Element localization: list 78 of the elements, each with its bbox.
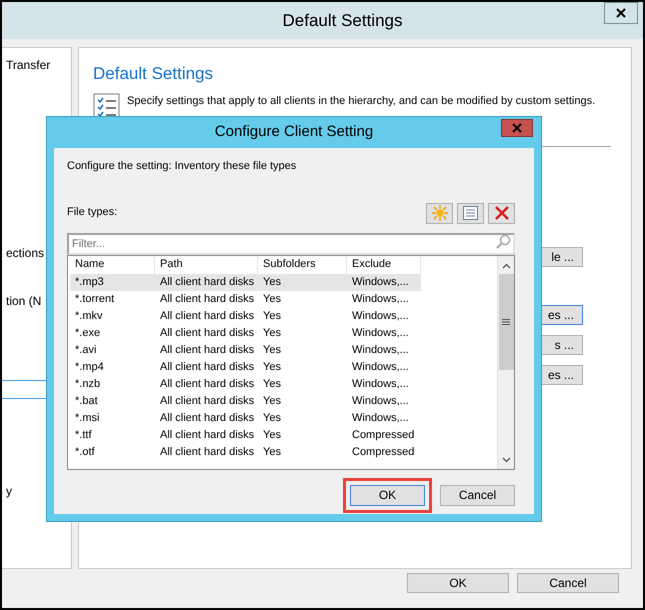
table-cell-text: All client hard disks — [159, 376, 256, 392]
table-cell-text: All client hard disks — [159, 360, 256, 374]
table-row[interactable]: *.otf All client hard disks Yes Compressed — [70, 444, 421, 460]
table-cell-text: Yes — [262, 444, 282, 460]
properties-button[interactable] — [457, 202, 484, 224]
dialog-button[interactable]: Cancel — [440, 484, 515, 506]
table-row[interactable]: *.mp4 All client hard disks Yes Windows,... — [70, 358, 421, 376]
table-cell-text: Windows,... — [351, 376, 410, 392]
table-cell-text: *.mkv — [74, 308, 104, 324]
table-cell-text: Windows,... — [351, 274, 410, 290]
table-cell-text: Windows,... — [351, 360, 410, 374]
grip-icon — [502, 318, 510, 324]
table-cell-text: Yes — [262, 428, 282, 442]
table-cell-text: *.msi — [74, 410, 100, 426]
table-cell-text: Windows,... — [351, 326, 410, 340]
table-row[interactable]: *.nzb All client hard disks Yes Windows,... — [70, 376, 421, 392]
list-label: File types: — [67, 205, 118, 220]
table-cell-text: *.avi — [74, 342, 98, 358]
table-cell-text: *.ttf — [74, 428, 93, 442]
table-cell-text: Yes — [262, 410, 282, 426]
table-cell-text: *.mp3 — [74, 274, 105, 290]
dialog-title: Configure Client Setting — [214, 122, 374, 142]
dialog-button[interactable]: Cancel — [517, 573, 619, 593]
filter-field[interactable]: Filter... — [67, 232, 515, 254]
table-cell-text: Windows,... — [351, 342, 410, 358]
table-row[interactable]: *.mp3 All client hard disks Yes Windows,... — [70, 274, 421, 290]
table-cell-text: *.otf — [74, 444, 96, 460]
table-cell-text: Windows,... — [351, 292, 410, 306]
table-cell-text: Yes — [262, 376, 282, 392]
table-cell-text: All client hard disks — [159, 274, 256, 290]
table-cell-text: Yes — [262, 326, 282, 340]
table-cell-text: *.torrent — [74, 292, 116, 306]
close-icon — [512, 123, 522, 133]
table-cell-text: Yes — [262, 308, 282, 324]
close-button[interactable] — [604, 2, 638, 24]
delete-icon — [494, 205, 510, 221]
table-cell-text: All client hard disks — [159, 326, 256, 340]
setting-text: Configure the setting: Inventory these file types — [67, 159, 298, 174]
document-icon — [463, 206, 478, 220]
search-icon — [496, 234, 511, 248]
dialog-button[interactable]: OK — [407, 573, 509, 593]
table-cell-text: *.mp4 — [74, 360, 105, 374]
table-cell-text: All client hard disks — [159, 410, 256, 426]
table-cell-text: Yes — [262, 292, 282, 306]
table-row[interactable]: *.exe All client hard disks Yes Windows,... — [70, 324, 421, 342]
sunburst-icon — [432, 205, 448, 221]
table-row[interactable]: *.avi All client hard disks Yes Windows,... — [70, 342, 421, 358]
close-icon — [616, 8, 626, 18]
table-cell-text: *.bat — [74, 394, 99, 408]
table-cell-text: All client hard disks — [159, 428, 256, 442]
table-cell-text: Yes — [262, 360, 282, 374]
table-cell-text: Compressed — [351, 428, 416, 442]
table-cell-text: Yes — [262, 274, 282, 290]
table-cell-text: All client hard disks — [159, 292, 256, 306]
table-cell-text: Yes — [262, 394, 282, 408]
sidebar-item[interactable]: Transfer — [2, 56, 71, 74]
table-cell-text: Windows,... — [351, 308, 410, 324]
table-cell-text: *.exe — [74, 326, 102, 340]
table-row[interactable]: *.mkv All client hard disks Yes Windows,... — [70, 308, 421, 324]
panel-description: Specify settings that apply to all clients in the hierarchy, and can be modified by custom settings. — [127, 94, 596, 106]
table-cell-text: Yes — [262, 342, 282, 358]
table-row[interactable]: *.msi All client hard disks Yes Windows,... — [70, 410, 421, 426]
table-cell-text: All client hard disks — [159, 394, 256, 408]
delete-button[interactable] — [488, 202, 515, 224]
scrollbar-thumb[interactable] — [498, 274, 514, 370]
scrollbar[interactable] — [497, 256, 514, 468]
table-cell-text: All client hard disks — [159, 308, 256, 324]
table-cell-text: Compressed — [351, 444, 416, 460]
table-cell-text: Windows,... — [351, 410, 410, 426]
table-cell-text: *.nzb — [74, 376, 102, 392]
table-row[interactable]: *.ttf All client hard disks Yes Compressed — [70, 426, 421, 444]
window-title: Default Settings — [282, 10, 402, 32]
table-cell-text: Windows,... — [351, 394, 410, 408]
table-row[interactable]: *.torrent All client hard disks Yes Windows,... — [70, 290, 421, 308]
table-cell-text: All client hard disks — [159, 444, 256, 460]
table-cell-text: All client hard disks — [159, 342, 256, 358]
panel-heading: Default Settings — [93, 63, 214, 85]
table-row[interactable]: *.bat All client hard disks Yes Windows,... — [70, 392, 421, 410]
